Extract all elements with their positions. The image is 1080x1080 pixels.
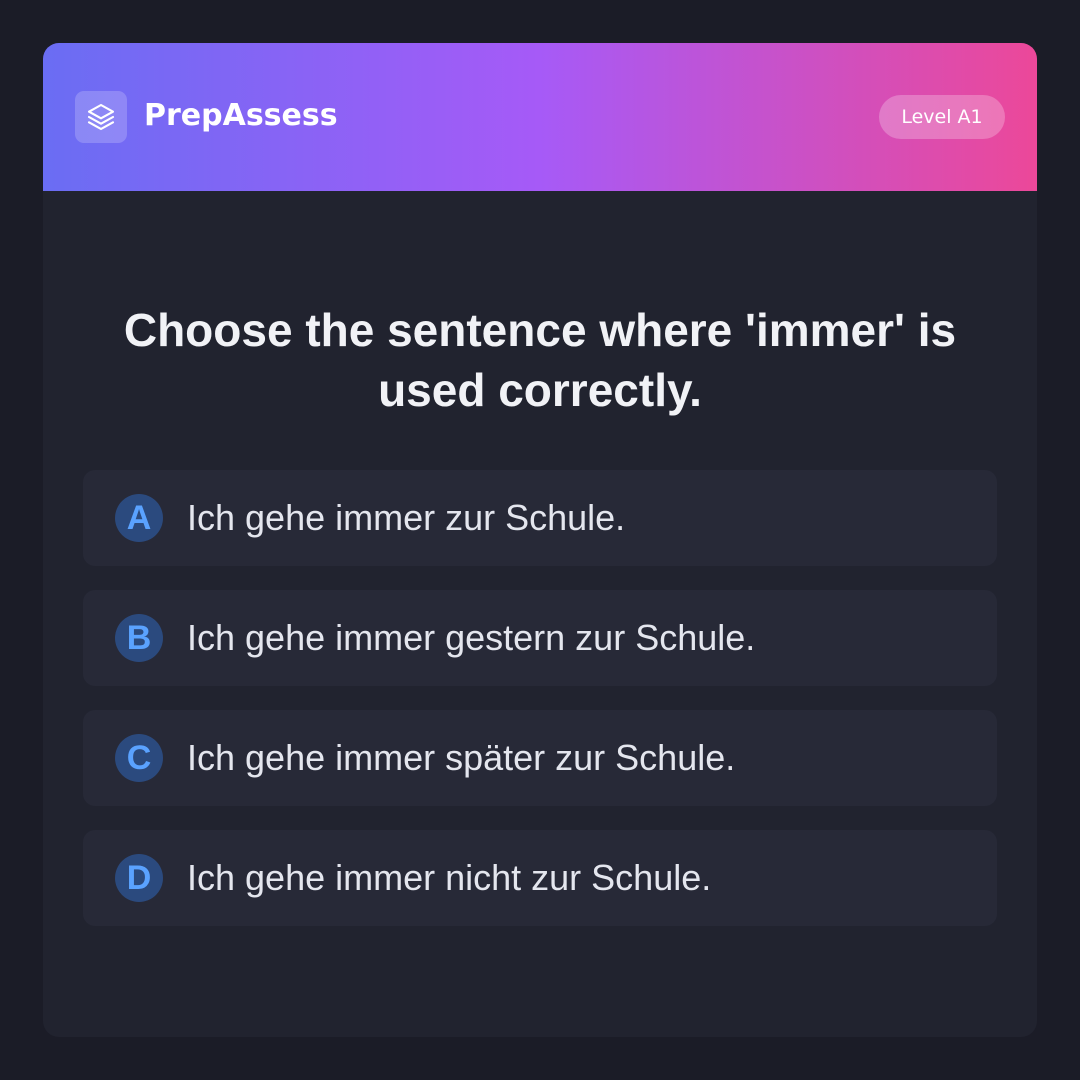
option-letter: B (115, 614, 163, 662)
question-text: Choose the sentence where 'immer' is use… (123, 304, 957, 416)
option-text: Ich gehe immer nicht zur Schule. (187, 857, 712, 898)
option-b[interactable]: B Ich gehe immer gestern zur Schule. (83, 590, 997, 686)
option-d[interactable]: D Ich gehe immer nicht zur Schule. (83, 830, 997, 926)
option-a[interactable]: A Ich gehe immer zur Schule. (83, 470, 997, 566)
level-badge: Level A1 (879, 95, 1005, 139)
option-letter: D (115, 854, 163, 902)
option-text: Ich gehe immer zur Schule. (187, 497, 626, 538)
brand-name: PrepAssess (144, 98, 338, 133)
option-letter: C (115, 734, 163, 782)
quiz-card: PrepAssess Level A1 Choose the sentence … (43, 43, 1037, 1037)
layers-icon (87, 103, 115, 131)
option-c[interactable]: C Ich gehe immer später zur Schule. (83, 710, 997, 806)
option-letter: A (115, 494, 163, 542)
logo (75, 91, 127, 143)
option-text: Ich gehe immer gestern zur Schule. (187, 617, 756, 658)
option-text: Ich gehe immer später zur Schule. (187, 737, 736, 778)
header-bar: PrepAssess Level A1 (43, 43, 1037, 191)
